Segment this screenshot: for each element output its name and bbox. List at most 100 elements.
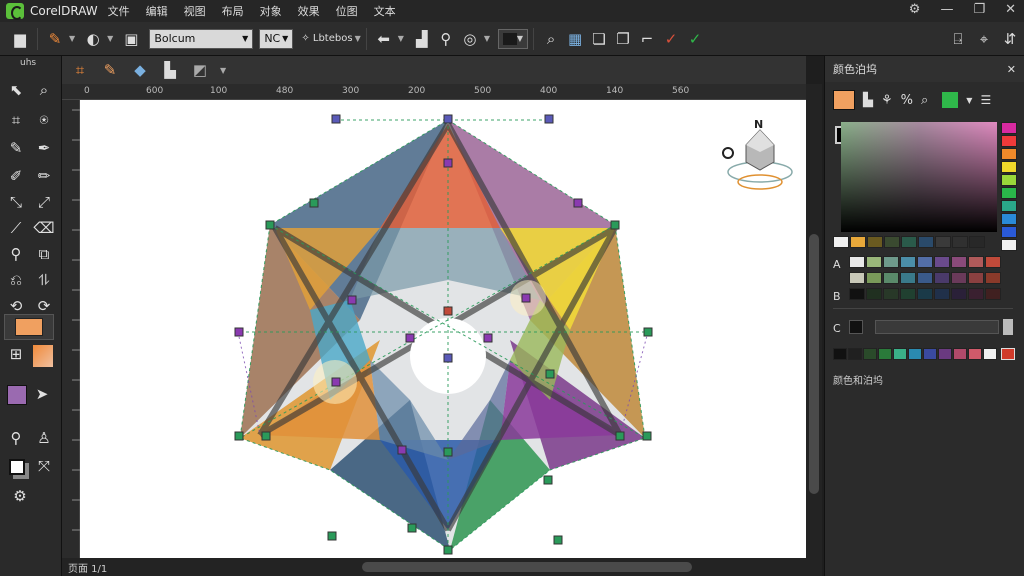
font-size-combo[interactable]: NC ▼ [259,28,294,49]
swatch[interactable] [878,348,892,360]
swatch[interactable] [900,288,916,300]
menu-layout[interactable]: 布局 [222,3,244,19]
drawing-canvas[interactable]: N [80,100,806,558]
compass-navigator-icon[interactable]: N [722,118,793,190]
color-model-icon[interactable]: ▙ [863,93,873,108]
chevron-down-icon[interactable]: ▼ [966,96,972,105]
chart-tab-icon[interactable]: ▙ [158,58,182,82]
swatch[interactable] [866,256,882,268]
swatch[interactable] [863,348,877,360]
swatch[interactable] [848,348,862,360]
crop-tool-icon[interactable]: ⌗ [4,108,28,132]
swatch[interactable] [901,236,917,248]
swatch[interactable] [968,288,984,300]
fill-outline-swatch[interactable] [4,454,30,480]
swatch[interactable] [968,348,982,360]
font-name-combo[interactable]: Bolcum ▼ [149,28,254,49]
color-picker-area[interactable] [841,122,997,232]
pen-icon[interactable]: ✐ [4,164,28,188]
swatch[interactable] [952,236,968,248]
percent-icon[interactable]: % [901,93,913,108]
swatch[interactable] [883,272,899,284]
pointer-icon[interactable]: ➤ [30,382,54,406]
menu-object[interactable]: 对象 [260,3,282,19]
menu-effects[interactable]: 效果 [298,3,320,19]
swatch[interactable] [917,288,933,300]
swatch[interactable] [883,288,899,300]
eyedropper-tool-icon[interactable]: ⚲ [4,426,28,450]
close-icon[interactable]: ✕ [1005,2,1016,17]
pen-tool-icon[interactable]: ✎ [43,27,67,51]
zoom-circle-icon[interactable]: ◎ [458,27,482,51]
swatch[interactable] [908,348,922,360]
swatch[interactable] [850,236,866,248]
swatch[interactable] [900,256,916,268]
green-swatch[interactable] [942,92,959,108]
swatch[interactable] [951,272,967,284]
swatch[interactable] [985,272,1001,284]
transparency-tab-icon[interactable]: ◩ [188,58,212,82]
swatch[interactable] [866,272,882,284]
swatch[interactable] [849,256,865,268]
search-icon[interactable]: ⌕ [539,27,563,51]
swatch[interactable] [923,348,937,360]
swatch[interactable] [951,288,967,300]
brush-icon[interactable]: ✏ [32,164,56,188]
color-pick-icon[interactable]: ✓ [659,27,683,51]
freehand-tool-icon[interactable]: ✎ [4,136,28,160]
swatch[interactable] [849,288,865,300]
back-icon[interactable]: ❐ [611,27,635,51]
side-swatch[interactable] [1001,122,1017,134]
mirror-icon[interactable]: ⍈ [946,27,970,51]
side-swatch[interactable] [1001,187,1017,199]
side-swatch[interactable] [1001,226,1017,238]
eraser-tool-icon[interactable]: ⌫ [32,216,56,240]
grid-icon[interactable]: ▦ [563,27,587,51]
swatch[interactable] [866,288,882,300]
swatch[interactable] [917,272,933,284]
settings-icon[interactable]: ⚙ [8,484,32,508]
paint-bucket-icon[interactable]: ♙ [32,426,56,450]
swatch[interactable] [934,272,950,284]
swatch[interactable] [867,236,883,248]
swap-colors-icon[interactable]: ⤧ [32,454,56,478]
artistic-media-icon[interactable]: ✒ [32,136,56,160]
crop-icon[interactable]: ⌐ [635,27,659,51]
side-swatch[interactable] [1001,148,1017,160]
new-document-icon[interactable]: ▆ [8,27,32,51]
menu-edit[interactable]: 编辑 [146,3,168,19]
swatch[interactable] [1001,348,1015,360]
menu-icon[interactable]: ☰ [980,93,991,107]
swatch[interactable] [900,272,916,284]
style-dropdown[interactable]: ✧ Lbtebos ▼ [301,27,360,51]
panel-search-icon[interactable]: ⌕ [921,93,928,108]
swatch[interactable] [893,348,907,360]
shape-tool-icon[interactable]: ⍟ [32,108,56,132]
mesh-fill-icon[interactable] [30,342,56,370]
outline-width-combo[interactable]: ▼ [498,28,529,49]
swatch[interactable] [883,256,899,268]
circle-tool-icon[interactable]: ◐ [81,27,105,51]
tint-slider[interactable] [875,320,999,334]
text-frame-icon[interactable]: ⧉ [32,242,56,266]
swatch[interactable] [918,236,934,248]
magnify-tool-icon[interactable]: ⚲ [4,242,28,266]
gear-icon[interactable]: ⚙ [909,2,921,17]
swatch[interactable] [968,272,984,284]
swatch[interactable] [985,256,1001,268]
menu-view[interactable]: 视图 [184,3,206,19]
swatch[interactable] [953,348,967,360]
arrow-left-icon[interactable]: ⬅ [372,27,396,51]
blend-tool-icon[interactable]: ⎌ [4,268,28,292]
swatch[interactable] [985,288,1001,300]
swatch[interactable] [934,256,950,268]
front-icon[interactable]: ❏ [587,27,611,51]
fill-color-tool[interactable] [4,314,54,340]
transform-icon[interactable]: ⌖ [972,27,996,51]
menu-text[interactable]: 文本 [374,3,396,19]
side-swatch[interactable] [1001,200,1017,212]
swatch[interactable] [935,236,951,248]
dimension-tool-icon[interactable]: ⟋ [4,216,28,240]
side-swatch[interactable] [1001,239,1017,251]
page-indicator[interactable]: 页面 1/1 [68,560,107,575]
